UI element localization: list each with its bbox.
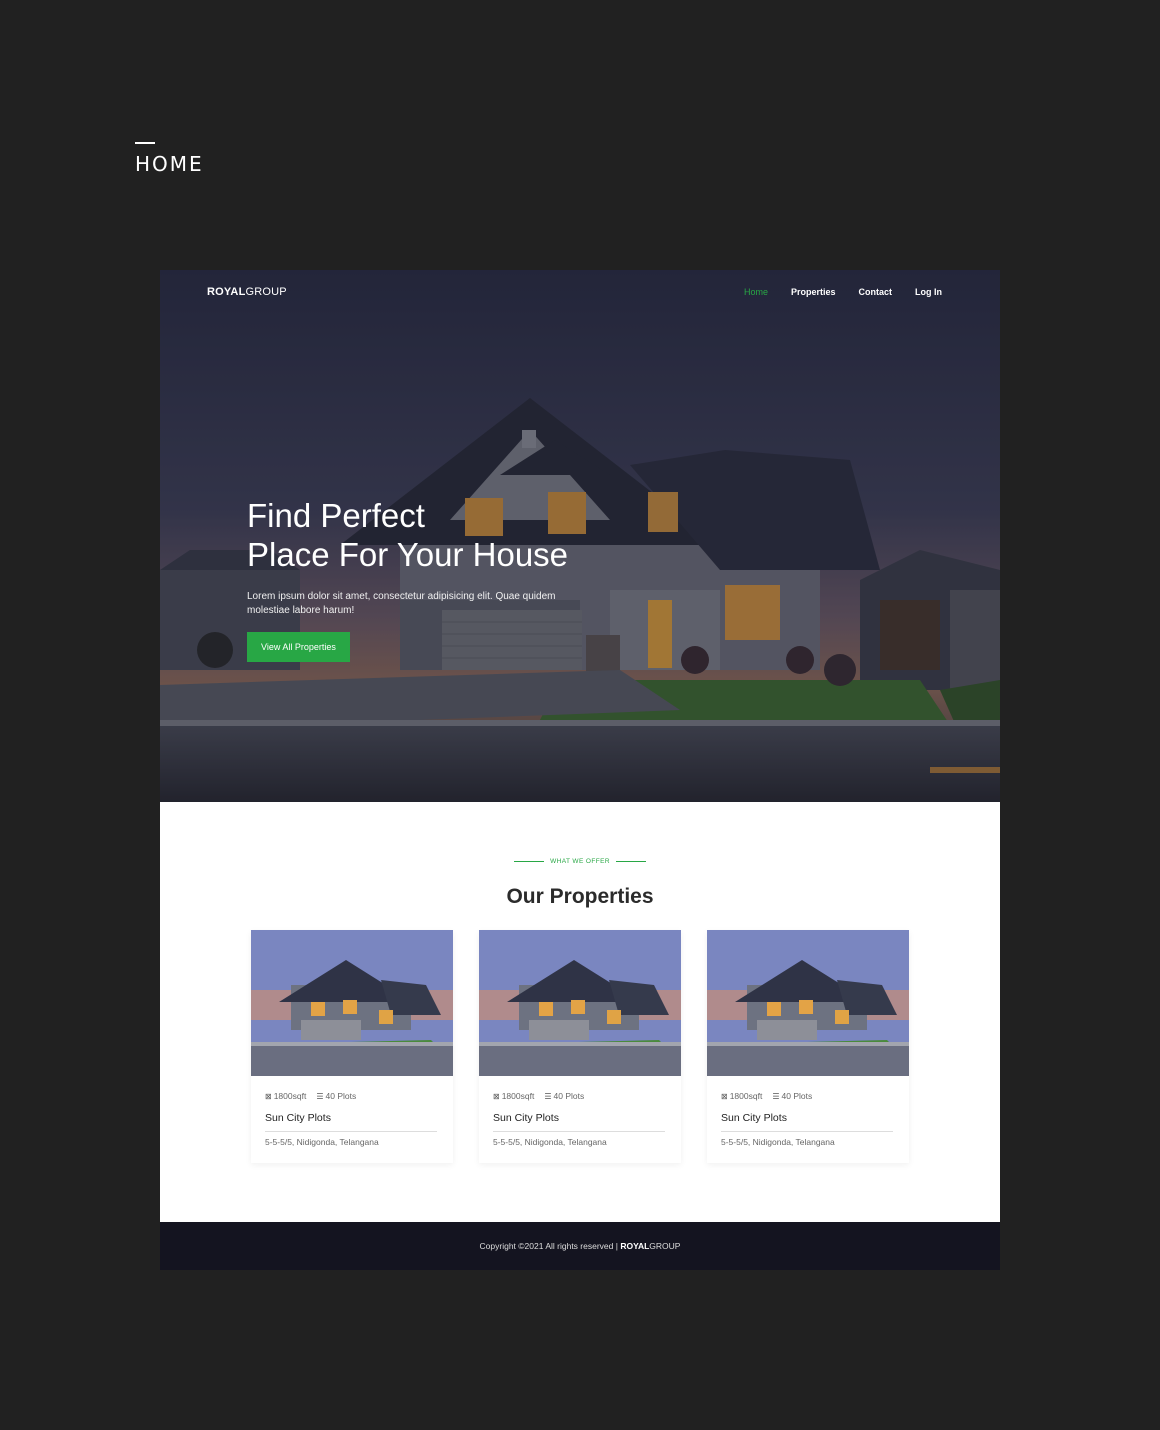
section-title: Our Properties — [506, 885, 654, 908]
property-meta: ⊠ 1800sqft ☰ 40 Plots — [493, 1091, 584, 1101]
footer-copyright: Copyright ©2021 All rights reserved | — [479, 1241, 618, 1251]
property-area: 1800sqft — [729, 1091, 763, 1101]
hero-title-line2: Place For Your House — [247, 536, 569, 573]
hero-title: Find Perfect Place For Your House — [247, 496, 607, 574]
logo[interactable]: ROYALGROUP — [207, 286, 287, 298]
footer: Copyright ©2021 All rights reserved | RO… — [160, 1222, 1000, 1270]
website-frame: ROYALGROUP Home Properties Contact Log I… — [160, 270, 1000, 1270]
page-label-dash — [135, 142, 155, 144]
page-label-text: HOME — [135, 152, 204, 176]
property-image — [707, 930, 909, 1076]
footer-text: Copyright ©2021 All rights reserved | RO… — [160, 1222, 1000, 1270]
property-name[interactable]: Sun City Plots — [493, 1112, 559, 1124]
navbar: ROYALGROUP Home Properties Contact Log I… — [160, 270, 1000, 316]
hero-title-line1: Find Perfect — [247, 497, 425, 534]
section-tag: WHAT WE OFFER — [160, 858, 1000, 865]
property-name[interactable]: Sun City Plots — [265, 1112, 331, 1124]
tag-line-right — [615, 860, 646, 862]
card-divider — [721, 1131, 893, 1132]
property-area: 1800sqft — [273, 1091, 307, 1101]
nav-link-login[interactable]: Log In — [915, 287, 942, 297]
property-plots: 40 Plots — [325, 1091, 357, 1101]
list-icon: ☰ — [772, 1092, 780, 1101]
card-divider — [493, 1131, 665, 1132]
logo-light: GROUP — [245, 286, 287, 298]
page-label: HOME — [135, 142, 204, 176]
hero-subtitle: Lorem ipsum dolor sit amet, consectetur … — [247, 591, 556, 616]
footer-brand-light: GROUP — [649, 1241, 681, 1251]
hero-section: ROYALGROUP Home Properties Contact Log I… — [160, 270, 1000, 802]
property-image — [479, 930, 681, 1076]
list-icon: ☰ — [544, 1092, 552, 1101]
property-address: 5-5-5/5, Nidigonda, Telangana — [493, 1137, 607, 1147]
property-plots: 40 Plots — [553, 1091, 585, 1101]
property-card[interactable]: ⊠ 1800sqft ☰ 40 Plots Sun City Plots 5-5-5/… — [707, 930, 909, 1163]
property-area: 1800sqft — [501, 1091, 535, 1101]
hero-text: Find Perfect Place For Your House Lorem i… — [247, 496, 607, 662]
section-tag-text: WHAT WE OFFER — [550, 858, 610, 865]
area-icon: ⊠ — [265, 1092, 272, 1101]
nav-link-contact[interactable]: Contact — [859, 287, 893, 297]
property-card[interactable]: ⊠ 1800sqft ☰ 40 Plots Sun City Plots 5-5-5/… — [479, 930, 681, 1163]
area-icon: ⊠ — [493, 1092, 500, 1101]
list-icon: ☰ — [316, 1092, 324, 1101]
nav-link-properties[interactable]: Properties — [791, 287, 836, 297]
nav-link-home[interactable]: Home — [744, 287, 768, 297]
property-address: 5-5-5/5, Nidigonda, Telangana — [265, 1137, 379, 1147]
card-divider — [265, 1131, 437, 1132]
nav-links: Home Properties Contact Log In — [744, 287, 942, 297]
tag-line-left — [514, 860, 545, 862]
footer-brand-bold: ROYAL — [620, 1241, 650, 1251]
property-meta: ⊠ 1800sqft ☰ 40 Plots — [721, 1091, 812, 1101]
logo-bold: ROYAL — [207, 286, 246, 298]
area-icon: ⊠ — [721, 1092, 728, 1101]
property-cards: ⊠ 1800sqft ☰ 40 Plots Sun City Plots 5-5-5/… — [251, 930, 911, 1165]
property-address: 5-5-5/5, Nidigonda, Telangana — [721, 1137, 835, 1147]
property-card[interactable]: ⊠ 1800sqft ☰ 40 Plots Sun City Plots 5-5-5/… — [251, 930, 453, 1163]
property-plots: 40 Plots — [781, 1091, 813, 1101]
property-meta: ⊠ 1800sqft ☰ 40 Plots — [265, 1091, 356, 1101]
property-image — [251, 930, 453, 1076]
property-name[interactable]: Sun City Plots — [721, 1112, 787, 1124]
view-all-properties-button[interactable]: View All Properties — [247, 632, 350, 662]
